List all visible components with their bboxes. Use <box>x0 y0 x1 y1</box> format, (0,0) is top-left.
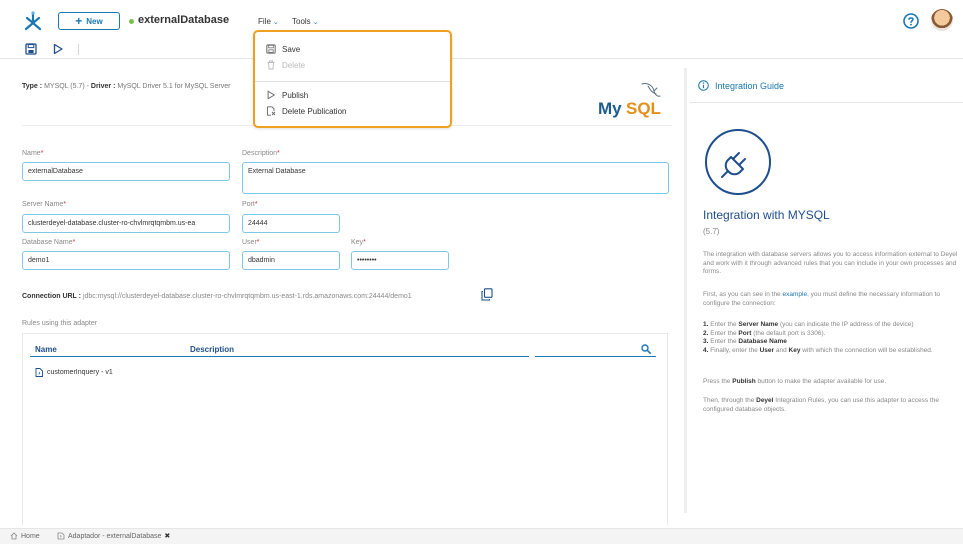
chevron-down-icon: ⌄ <box>312 18 319 26</box>
integration-guide-panel: Integration Guide Integration with MYSQL… <box>690 60 963 525</box>
menu-file-label: File <box>258 17 271 26</box>
tab-home[interactable]: Home <box>10 532 40 540</box>
connection-url-label: Connection URL : <box>22 293 81 300</box>
menu-tools[interactable]: Tools ⌄ <box>292 17 319 26</box>
svg-text:My: My <box>598 99 622 118</box>
driver-value: MySQL Driver 5.1 for MySQL Server <box>117 83 231 90</box>
guide-step-1: 1. Enter the Server Name (you can indica… <box>703 321 914 328</box>
save-icon <box>266 44 276 54</box>
menu-item-delete-publication[interactable]: Delete Publication <box>266 106 346 116</box>
description-field[interactable]: External Database <box>242 162 669 194</box>
trash-icon <box>267 60 275 70</box>
example-link[interactable]: example <box>782 291 807 298</box>
deyel-logo-icon[interactable] <box>22 10 44 32</box>
menu-tools-label: Tools <box>292 17 311 26</box>
column-header-name[interactable]: Name <box>35 345 57 354</box>
tab-adapter[interactable]: Adaptador - externalDatabase ✖ <box>57 532 170 540</box>
menu-file[interactable]: File ⌄ <box>258 17 279 26</box>
guide-step-4: 4. Finally, enter the User and Key with … <box>703 346 933 354</box>
adapter-type-info: Type : MYSQL (5.7) - Driver : MySQL Driv… <box>22 83 230 90</box>
guide-title: Integration with MYSQL <box>703 208 830 222</box>
rule-name: customerInquery - v1 <box>47 369 113 376</box>
file-menu-dropdown: Save Delete Publish Delete Publication <box>253 30 452 128</box>
svg-text:SQL: SQL <box>626 99 661 118</box>
toolbar <box>0 40 963 59</box>
guide-header: Integration Guide <box>698 80 784 91</box>
name-field[interactable]: externalDatabase <box>22 162 230 181</box>
plug-icon <box>705 129 771 195</box>
menu-divider <box>255 81 450 82</box>
user-label: User* <box>242 239 260 246</box>
new-button[interactable]: + New <box>58 12 120 30</box>
guide-paragraph-intro: The integration with database servers al… <box>703 251 958 276</box>
guide-paragraph-first: First, as you can see in the example, yo… <box>703 291 941 307</box>
toolbar-divider <box>78 44 79 55</box>
driver-label: Driver : <box>90 83 116 90</box>
user-field[interactable]: dbadmin <box>242 251 340 270</box>
port-label: Port* <box>242 201 258 208</box>
guide-step-3: 3. Enter the Database Name <box>703 338 787 346</box>
column-header-description[interactable]: Description <box>190 345 234 354</box>
status-indicator <box>129 19 134 24</box>
chevron-down-icon: ⌄ <box>272 18 279 26</box>
plus-icon: + <box>75 14 83 28</box>
mysql-logo: My SQL <box>598 83 661 118</box>
home-icon <box>10 532 18 540</box>
adapter-icon <box>57 532 65 540</box>
type-label: Type : <box>22 83 43 90</box>
guide-divider <box>690 102 963 103</box>
database-name-field[interactable]: demo1 <box>22 251 230 270</box>
server-name-label: Server Name* <box>22 201 66 208</box>
guide-step-2: 2. Enter the Port (the default port is 3… <box>703 329 826 337</box>
panel-divider[interactable] <box>684 68 687 513</box>
menu-item-save[interactable]: Save <box>266 44 300 54</box>
help-icon[interactable] <box>903 13 919 29</box>
connection-url-value: jdbc:mysql://clusterdeyel-database.clust… <box>82 293 412 300</box>
search-icon[interactable] <box>641 344 651 354</box>
rules-table <box>22 333 668 525</box>
play-icon <box>267 90 275 100</box>
rules-section-title: Rules using this adapter <box>22 320 98 327</box>
save-icon[interactable] <box>25 43 37 55</box>
header-underline <box>30 356 529 357</box>
description-label: Description* <box>242 150 280 157</box>
rule-file-icon <box>35 368 43 377</box>
copy-icon[interactable] <box>481 288 493 301</box>
connection-url: Connection URL : jdbc:mysql://clusterdey… <box>22 293 412 300</box>
new-button-label: New <box>86 16 103 26</box>
menu-item-delete: Delete <box>266 60 305 70</box>
type-value: MYSQL (5.7) <box>44 83 85 90</box>
info-icon <box>698 80 709 91</box>
key-field[interactable]: •••••••• <box>351 251 449 270</box>
adapter-form-panel: Type : MYSQL (5.7) - Driver : MySQL Driv… <box>0 60 682 525</box>
guide-subtitle: (5.7) <box>703 227 720 236</box>
menu-item-publish[interactable]: Publish <box>266 90 308 100</box>
server-name-field[interactable]: clusterdeyel-database.cluster-ro-chvlmrq… <box>22 214 230 233</box>
delete-publication-icon <box>267 106 276 116</box>
avatar[interactable] <box>931 9 953 31</box>
top-bar: + New externalDatabase File ⌄ Tools ⌄ <box>0 0 963 40</box>
app-title: externalDatabase <box>138 14 230 26</box>
bottom-tab-bar: Home Adaptador - externalDatabase ✖ <box>0 528 963 544</box>
port-field[interactable]: 24444 <box>242 214 340 233</box>
name-label: Name* <box>22 150 44 157</box>
play-icon[interactable] <box>52 43 64 55</box>
database-name-label: Database Name* <box>22 239 76 246</box>
guide-paragraph-publish: Press the Publish button to make the ada… <box>703 378 887 385</box>
search-input[interactable] <box>535 356 656 357</box>
key-label: Key* <box>351 239 366 246</box>
close-icon[interactable]: ✖ <box>164 532 170 540</box>
guide-paragraph-rules: Then, through the Deyel Integration Rule… <box>703 397 939 413</box>
guide-steps: 1. Enter the Server Name (you can indica… <box>703 321 963 355</box>
guide-header-title: Integration Guide <box>715 80 785 91</box>
table-row[interactable]: customerInquery - v1 <box>35 368 113 377</box>
